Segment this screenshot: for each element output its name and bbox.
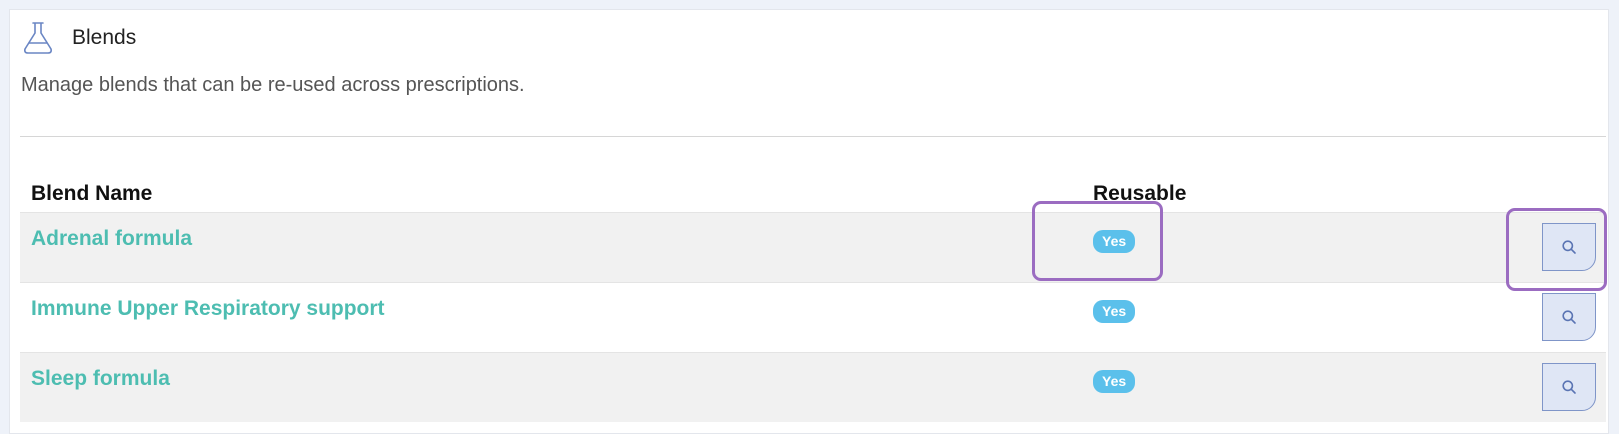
search-icon <box>1562 240 1576 254</box>
table-row: Sleep formula Yes <box>20 352 1606 422</box>
page-subtitle: Manage blends that can be re-used across… <box>21 74 525 96</box>
blend-name-link[interactable]: Adrenal formula <box>31 227 192 251</box>
column-header-reusable: Reusable <box>1093 182 1187 205</box>
divider <box>20 136 1606 137</box>
panel-header: Blends <box>20 18 136 58</box>
view-blend-button[interactable] <box>1542 363 1596 411</box>
reusable-badge: Yes <box>1093 230 1136 253</box>
search-icon <box>1562 380 1576 394</box>
table-row: Immune Upper Respiratory support Yes <box>20 282 1606 352</box>
page-title: Blends <box>72 26 137 49</box>
blend-name-link[interactable]: Sleep formula <box>31 367 170 391</box>
search-icon <box>1562 310 1576 324</box>
blend-name-link[interactable]: Immune Upper Respiratory support <box>31 297 385 321</box>
reusable-badge: Yes <box>1093 370 1136 393</box>
flask-icon <box>20 20 56 56</box>
reusable-badge: Yes <box>1093 300 1136 323</box>
table-header: Blend Name Reusable <box>20 160 1606 212</box>
view-blend-button[interactable] <box>1542 223 1596 271</box>
blends-panel: Blends Manage blends that can be re-used… <box>9 9 1609 434</box>
view-blend-button[interactable] <box>1542 293 1596 341</box>
column-header-blend-name: Blend Name <box>31 182 153 205</box>
table-row: Adrenal formula Yes <box>20 212 1606 282</box>
blends-table: Blend Name Reusable Adrenal formula Yes … <box>20 160 1606 422</box>
